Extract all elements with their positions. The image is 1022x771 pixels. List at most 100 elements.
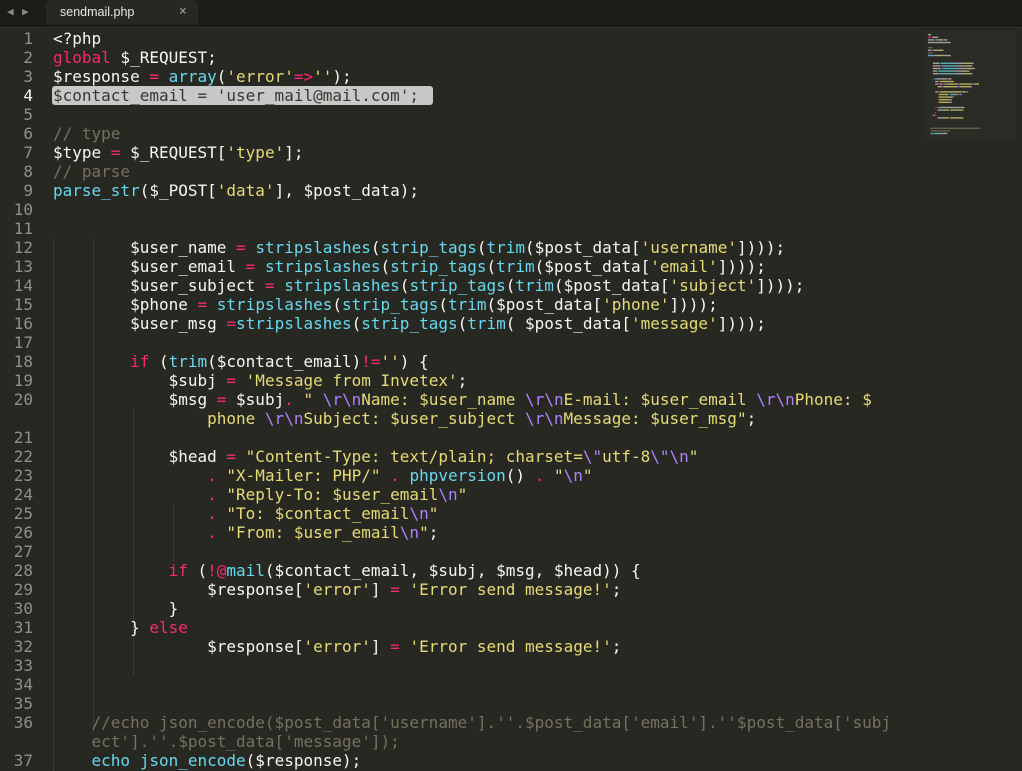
minimap-line [940,132,948,135]
code-token: \" [582,447,603,466]
code-line[interactable]: ect'].''.$post_data['message']); [53,732,400,751]
code-line[interactable]: $contact_email = 'user_mail@mail.com'; [53,86,419,105]
minimap-line [932,67,942,70]
code-token: $head [53,447,227,466]
code-token: $user_name [53,238,237,257]
code-token: = [245,257,256,276]
code-token: $msg [53,390,217,409]
code-token: = [216,390,227,409]
line-number: 1 [23,29,33,48]
code-line[interactable]: $user_subject = stripslashes(strip_tags(… [53,276,804,295]
code-line[interactable]: $type = $_REQUEST['type']; [53,143,303,162]
minimap-line [945,39,948,41]
code-token: () [505,466,535,485]
code-line[interactable]: $subj = 'Message from Invetex'; [53,371,468,390]
minimap-line [928,39,934,41]
code-line[interactable]: echo json_encode($response); [53,751,362,770]
code-token: $subj [53,371,227,390]
code-line[interactable]: $head = "Content-Type: text/plain; chars… [53,447,699,466]
minimap-line [937,70,938,72]
file-tab[interactable]: sendmail.php × [46,0,198,25]
line-number: 33 [13,656,33,675]
code-line[interactable]: $user_email = stripslashes(strip_tags(tr… [53,257,766,276]
minimap-line [949,117,950,119]
code-line[interactable]: . "From: $user_email\n"; [53,523,438,542]
code-token: ]; [284,143,304,162]
minimap-line [938,49,943,51]
code-line[interactable]: $phone = stripslashes(strip_tags(trim($p… [53,295,718,314]
code-line[interactable]: if (!@mail($contact_email, $subj, $msg, … [53,561,641,580]
minimap-line [946,73,948,75]
minimap-line [934,78,936,80]
code-line[interactable]: parse_str($_POST['data'], $post_data); [53,181,419,200]
tab-bar: ◀ ▶ sendmail.php × [0,0,1022,26]
code-line[interactable]: if (trim($contact_email)!='') { [53,352,429,371]
minimap-line [943,83,945,85]
minimap-line [928,54,934,57]
code-token: strip_tags [390,257,487,276]
code-token: "Reply-To: $user_email [226,485,439,504]
minimap-line [957,86,960,88]
code-token: ($_POST[ [139,181,217,200]
line-number: 37 [13,751,33,770]
code-line[interactable]: } else [53,618,188,637]
code-line[interactable]: //echo json_encode($post_data['username'… [53,713,892,732]
code-token: ] [370,580,391,599]
minimap-line [937,78,948,80]
code-line[interactable]: $user_msg =stripslashes(strip_tags(trim(… [53,314,766,333]
minimap-line [935,80,939,83]
code-token: strip_tags [380,238,477,257]
code-line[interactable]: . "X-Mailer: PHP/" . phpversion() . "\n" [53,466,592,485]
code-line[interactable]: . "To: $contact_email\n" [53,504,438,523]
code-token: // parse [53,162,131,181]
code-line[interactable]: global $_REQUEST; [53,48,217,67]
code-token: } [53,618,150,637]
code-line[interactable]: } [53,599,179,618]
code-token: = [264,276,275,295]
close-tab-icon[interactable]: × [179,4,187,19]
minimap-line [932,62,940,64]
code-editor[interactable]: 1 2 3 4 5 6 7 8 9 10 11 12 13 14 15 16 17 18 19 20 21 22 23 24 2… [0,29,1022,771]
code-line[interactable]: // type [53,124,120,143]
code-line[interactable]: // parse [53,162,130,181]
minimap-line [941,65,949,67]
code-line[interactable]: $msg = $subj. " \r\nName: $user_name \r\… [53,390,872,409]
code-line[interactable]: $response['error'] = 'Error send message… [53,637,621,656]
code-token: = [226,447,237,466]
code-token: . [284,390,294,409]
minimap[interactable] [926,31,1016,141]
minimap-line [971,67,975,70]
minimap-line [937,99,939,101]
code-token: ( [505,276,516,295]
minimap-line [949,78,952,80]
code-line[interactable]: $user_name = stripslashes(strip_tags(tri… [53,238,785,257]
code-line[interactable]: phone \r\nSubject: $user_subject \r\nMes… [53,409,756,428]
minimap-line [959,86,972,88]
minimap-line [942,67,950,70]
back-arrow-icon[interactable]: ◀ [7,5,14,18]
code-line[interactable]: $response = array('error'=>''); [53,67,361,86]
minimap-line [942,83,943,85]
minimap-line [957,62,965,64]
code-token: global [53,48,111,67]
minimap-line [942,49,944,51]
code-token: ; [457,371,468,390]
code-token: " [428,504,439,523]
minimap-line [939,73,947,75]
minimap-line [938,39,939,41]
minimap-line [937,106,939,109]
code-token: $response [53,67,150,86]
minimap-line [948,78,950,80]
code-token: \n [399,523,420,542]
code-line[interactable]: <?php [53,29,101,48]
code-token: 'Error send message!' [409,580,612,599]
minimap-line [932,78,934,80]
forward-arrow-icon[interactable]: ▶ [22,5,29,18]
code-line[interactable]: $response['error'] = 'Error send message… [53,580,621,599]
code-line[interactable]: . "Reply-To: $user_email\n" [53,485,467,504]
code-token: ($post_data[ [486,295,603,314]
code-token: ] [370,637,391,656]
